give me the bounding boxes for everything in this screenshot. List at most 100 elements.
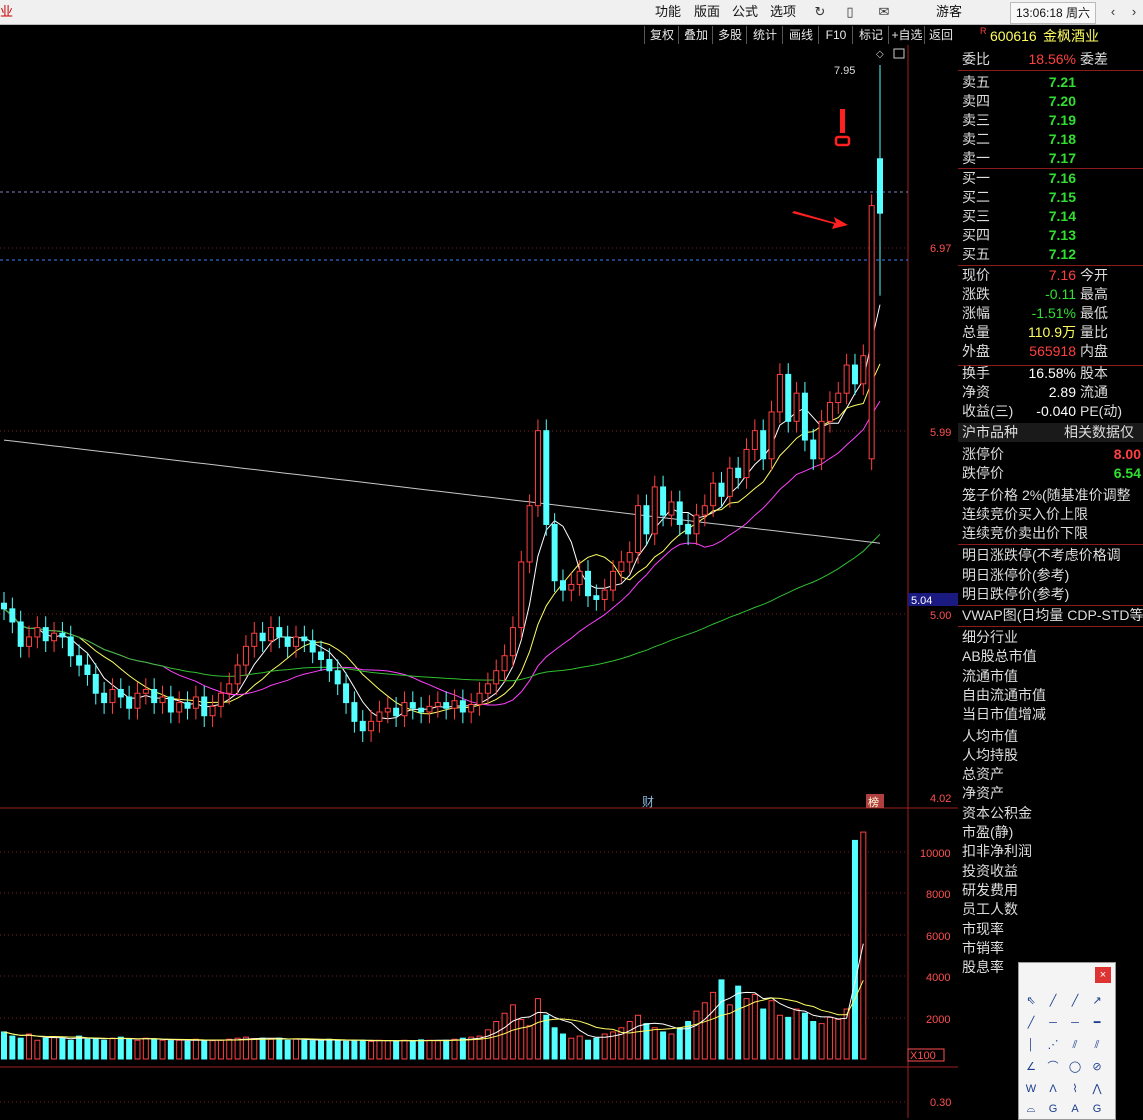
gann-icon[interactable]: G (1045, 1101, 1061, 1117)
ma-line (3, 980, 864, 1042)
ga-icon[interactable]: A (1067, 1101, 1083, 1117)
line-segment-icon[interactable]: ╱ (1045, 993, 1061, 1009)
cage-pct: 2% (1022, 487, 1043, 503)
f10-button[interactable]: F10 (818, 26, 853, 44)
menu-options[interactable]: 选项 (770, 0, 796, 24)
volume-bar (801, 1012, 808, 1060)
phone-icon[interactable]: ▯ (842, 4, 858, 20)
candle-body (192, 696, 199, 709)
candle-body (710, 482, 717, 507)
candle-body (551, 523, 558, 582)
volume-bar (651, 1027, 658, 1060)
volume-bar (159, 1039, 166, 1060)
volume-bar (710, 991, 717, 1060)
volume-bar (701, 1002, 708, 1060)
peak-icon[interactable]: ⋀ (1089, 1081, 1105, 1097)
candle-body (534, 430, 541, 507)
back-arrow-icon[interactable]: ‹ (1105, 4, 1121, 20)
volume-bar (34, 1039, 41, 1060)
volume-bar (209, 1040, 216, 1060)
candle-body (785, 373, 792, 422)
volume-bar (468, 1036, 475, 1060)
limit-down-value: 6.54 (1113, 465, 1141, 481)
horizontal-line-icon[interactable]: ─ (1045, 1015, 1061, 1031)
parallel-icon[interactable]: ⫽ (1067, 1037, 1083, 1053)
volume-ma-lines (3, 943, 864, 1042)
pointer-icon[interactable]: ⇖ (1023, 993, 1039, 1009)
restore-rights-button[interactable]: 复权 (644, 26, 679, 44)
w-pattern-icon[interactable]: W (1023, 1081, 1039, 1097)
candle-body (701, 505, 708, 516)
vol-label-2000: 2000 (926, 1014, 950, 1026)
candle-body (751, 430, 758, 450)
angle-icon[interactable]: ∠ (1023, 1059, 1039, 1075)
close-icon[interactable]: × (1095, 967, 1111, 983)
refresh-icon[interactable]: ↻ (812, 4, 828, 20)
long-line-icon[interactable]: ╱ (1023, 1015, 1039, 1031)
candle-body (109, 688, 116, 704)
add-watchlist-button[interactable]: +自选 (888, 26, 925, 44)
volume-bar (568, 1037, 575, 1060)
wave-count-icon[interactable]: ⋰ (1045, 1037, 1061, 1053)
candle-body (351, 702, 358, 722)
multi-stock-button[interactable]: 多股 (712, 26, 747, 44)
candle-body (126, 696, 133, 709)
m-pattern-icon[interactable]: Λ (1045, 1081, 1061, 1097)
drawing-tool-palette[interactable]: × ⇖ ╱ ╱ ↗ ╱ ─ ─ ━ │ ⋰ ⫽ ⫽ ∠ ⌒ ◯ ⊘ W Λ ⌇ … (1018, 962, 1116, 1120)
volume-bar (559, 1033, 566, 1060)
panel-toggle-icon[interactable] (893, 48, 905, 59)
straight-line-icon[interactable]: ╱ (1067, 993, 1083, 1009)
candle-body (526, 505, 533, 563)
candle-body (251, 632, 258, 647)
volume-bar (293, 1038, 299, 1060)
draw-line-button[interactable]: 画线 (782, 26, 819, 44)
candle-body (9, 608, 16, 623)
candle-body (76, 655, 83, 666)
ma-line (3, 304, 881, 720)
volume-bar (217, 1039, 224, 1060)
candle-body (459, 700, 466, 713)
rank-marker[interactable]: 榜 (868, 795, 879, 809)
h-ray-icon[interactable]: ─ (1067, 1015, 1083, 1031)
return-button[interactable]: 返回 (924, 26, 957, 44)
menu-function[interactable]: 功能 (655, 0, 681, 24)
candle-body (568, 583, 575, 591)
volume-bar (593, 1037, 600, 1060)
candle-body (835, 392, 842, 404)
menu-formula[interactable]: 公式 (732, 0, 758, 24)
ray-icon[interactable]: ↗ (1089, 993, 1105, 1009)
volume-bar (718, 979, 725, 1060)
g-icon[interactable]: G (1089, 1101, 1105, 1117)
volume-bar (418, 1039, 425, 1060)
guest-label[interactable]: 游客 (936, 0, 962, 24)
volume-bar (242, 1036, 249, 1060)
fan-icon[interactable]: ⌓ (1023, 1101, 1039, 1117)
overlay-button[interactable]: 叠加 (678, 26, 713, 44)
no-icon[interactable]: ⊘ (1089, 1059, 1105, 1075)
candle-body (418, 707, 425, 713)
candle-body (626, 552, 633, 563)
trend-icon[interactable]: ⌇ (1067, 1081, 1083, 1097)
candle-body (559, 580, 566, 591)
menu-layout[interactable]: 版面 (694, 0, 720, 24)
mail-icon[interactable]: ✉ (876, 4, 892, 20)
volume-bar (309, 1040, 316, 1060)
volume-bar (551, 1027, 558, 1060)
candle-body (359, 720, 366, 732)
volume-bar (326, 1038, 333, 1060)
circle-icon[interactable]: ◯ (1067, 1059, 1083, 1075)
arc-icon[interactable]: ⌒ (1045, 1059, 1061, 1075)
candle-body (509, 627, 516, 657)
statistics-button[interactable]: 统计 (746, 26, 783, 44)
forward-arrow-icon[interactable]: › (1126, 4, 1142, 20)
mark-button[interactable]: 标记 (852, 26, 889, 44)
volume-bar (526, 1025, 533, 1060)
ma-line (3, 400, 881, 706)
h-segment-icon[interactable]: ━ (1089, 1015, 1105, 1031)
kline-chart[interactable]: 6.97 5.99 5.00 4.02 7.95 5.04 10000 8000… (0, 45, 958, 1118)
channel-icon[interactable]: ⫽ (1089, 1037, 1105, 1053)
diamond-icon[interactable]: ◇ (876, 49, 884, 60)
finance-marker[interactable]: 财 (642, 795, 654, 809)
vertical-line-icon[interactable]: │ (1023, 1037, 1039, 1053)
candle-body (184, 702, 191, 709)
